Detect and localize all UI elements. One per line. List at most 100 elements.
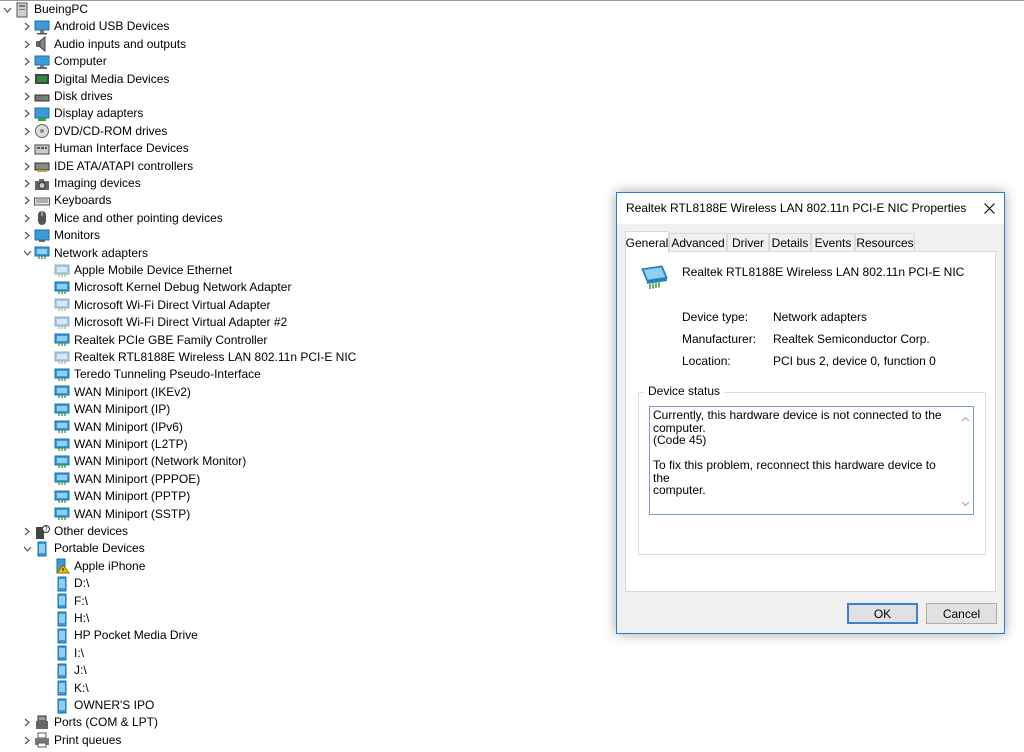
network-adapter-item[interactable]: WAN Miniport (Network Monitor) [40, 453, 246, 470]
tree-category[interactable]: Display adapters [20, 105, 143, 122]
network-adapter-icon [54, 384, 70, 400]
tree-category[interactable]: Monitors [20, 227, 100, 244]
chevron-right-icon[interactable] [20, 227, 34, 244]
tree-category[interactable]: Portable Devices [20, 540, 145, 557]
tree-category[interactable]: Human Interface Devices [20, 140, 189, 157]
portable-device-item[interactable]: OWNER'S IPO [40, 697, 154, 714]
port-icon [34, 715, 50, 731]
chevron-right-icon[interactable] [20, 18, 34, 35]
network-adapter-item[interactable]: WAN Miniport (L2TP) [40, 436, 188, 453]
portable-device-item[interactable]: Apple iPhone [40, 558, 145, 575]
network-adapter-item[interactable]: Apple Mobile Device Ethernet [40, 262, 232, 279]
tree-item-label: Imaging devices [54, 176, 141, 190]
chevron-down-icon[interactable] [0, 1, 14, 18]
tree-category[interactable]: Mice and other pointing devices [20, 210, 223, 227]
chevron-right-icon[interactable] [20, 523, 34, 540]
chevron-right-icon[interactable] [20, 123, 34, 140]
dialog-title-bar[interactable]: Realtek RTL8188E Wireless LAN 802.11n PC… [617, 193, 1004, 224]
network-adapter-item[interactable]: WAN Miniport (IKEv2) [40, 384, 191, 401]
chevron-right-icon[interactable] [20, 192, 34, 209]
portable-device-item[interactable]: F:\ [40, 593, 88, 610]
chevron-right-icon[interactable] [20, 210, 34, 227]
tree-category[interactable]: Disk drives [20, 88, 113, 105]
tree-category[interactable]: Digital Media Devices [20, 71, 169, 88]
tree-category[interactable]: Android USB Devices [20, 18, 169, 35]
chevron-down-icon[interactable] [20, 245, 34, 262]
chevron-right-icon[interactable] [20, 53, 34, 70]
scroll-up-icon[interactable] [961, 411, 970, 425]
chevron-right-icon[interactable] [20, 175, 34, 192]
chevron-right-icon[interactable] [20, 714, 34, 731]
portable-device-item[interactable]: I:\ [40, 645, 84, 662]
hid-icon [34, 141, 50, 157]
tab-general[interactable]: General [625, 231, 669, 253]
portable-device-icon [54, 593, 70, 609]
portable-device-icon [54, 611, 70, 627]
chevron-right-icon[interactable] [20, 158, 34, 175]
network-adapter-item[interactable]: Microsoft Wi-Fi Direct Virtual Adapter #… [40, 314, 287, 331]
ok-button[interactable]: OK [847, 603, 918, 624]
network-adapter-item[interactable]: Teredo Tunneling Pseudo-Interface [40, 366, 261, 383]
network-adapter-item[interactable]: Microsoft Kernel Debug Network Adapter [40, 279, 291, 296]
network-adapter-item[interactable]: WAN Miniport (IPv6) [40, 419, 183, 436]
tree-item-label: Ports (COM & LPT) [54, 715, 159, 730]
tree-root[interactable]: BueingPC [0, 1, 88, 18]
device-status-textbox[interactable]: Currently, this hardware device is not c… [649, 406, 974, 515]
portable-device-icon [54, 576, 70, 592]
tree-category[interactable]: Computer [20, 53, 107, 70]
portable-device-item[interactable]: J:\ [40, 662, 87, 679]
cancel-button[interactable]: Cancel [926, 603, 997, 624]
chevron-right-icon[interactable] [20, 140, 34, 157]
tree-category[interactable]: IDE ATA/ATAPI controllers [20, 158, 193, 175]
tab-resources[interactable]: Resources [855, 233, 915, 252]
tree-item-label: F:\ [74, 593, 88, 608]
chevron-right-icon[interactable] [20, 105, 34, 122]
chevron-down-icon[interactable] [20, 540, 34, 557]
portable-device-item[interactable]: D:\ [40, 575, 89, 592]
chevron-right-icon[interactable] [20, 88, 34, 105]
chevron-right-icon[interactable] [20, 732, 34, 749]
portable-device-item[interactable]: HP Pocket Media Drive [40, 627, 198, 644]
speaker-icon [34, 36, 50, 53]
chevron-right-icon[interactable] [20, 71, 34, 88]
chevron-right-icon[interactable] [20, 36, 34, 53]
scroll-down-icon[interactable] [961, 496, 970, 510]
network-adapter-item[interactable]: WAN Miniport (PPTP) [40, 488, 190, 505]
tree-category[interactable]: DVD/CD-ROM drives [20, 123, 167, 140]
tree-category[interactable]: Audio inputs and outputs [20, 36, 186, 53]
network-adapter-item[interactable]: WAN Miniport (IP) [40, 401, 170, 418]
network-adapter-item[interactable]: WAN Miniport (PPPOE) [40, 471, 200, 488]
network-adapter-icon [54, 437, 70, 453]
portable-device-item[interactable]: K:\ [40, 680, 89, 697]
network-adapter-item[interactable]: Realtek PCIe GBE Family Controller [40, 332, 267, 349]
tree-item-label: IDE ATA/ATAPI controllers [54, 158, 194, 173]
tree-category[interactable]: Print queues [20, 732, 121, 749]
device-name: Realtek RTL8188E Wireless LAN 802.11n PC… [682, 265, 965, 279]
tree-category[interactable]: Keyboards [20, 192, 111, 209]
tree-item-label: Microsoft Kernel Debug Network Adapter [74, 280, 292, 295]
network-adapter-item[interactable]: Realtek RTL8188E Wireless LAN 802.11n PC… [40, 349, 356, 366]
tree-category[interactable]: ? Other devices [20, 523, 128, 540]
tab-advanced[interactable]: Advanced [669, 233, 727, 252]
tab-events[interactable]: Events [811, 233, 855, 252]
tree-category[interactable]: Ports (COM & LPT) [20, 714, 158, 731]
portable-device-icon [34, 541, 50, 557]
network-adapter-item[interactable]: WAN Miniport (SSTP) [40, 506, 190, 523]
computer-root-icon [14, 2, 30, 18]
close-icon[interactable] [974, 193, 1004, 224]
tree-category[interactable]: Network adapters [20, 245, 148, 262]
tab-details[interactable]: Details [769, 233, 811, 252]
tab-driver[interactable]: Driver [727, 233, 769, 252]
network-adapter-item[interactable]: Microsoft Wi-Fi Direct Virtual Adapter [40, 297, 271, 314]
tree-category[interactable]: Imaging devices [20, 175, 141, 192]
portable-device-item[interactable]: H:\ [40, 610, 89, 627]
